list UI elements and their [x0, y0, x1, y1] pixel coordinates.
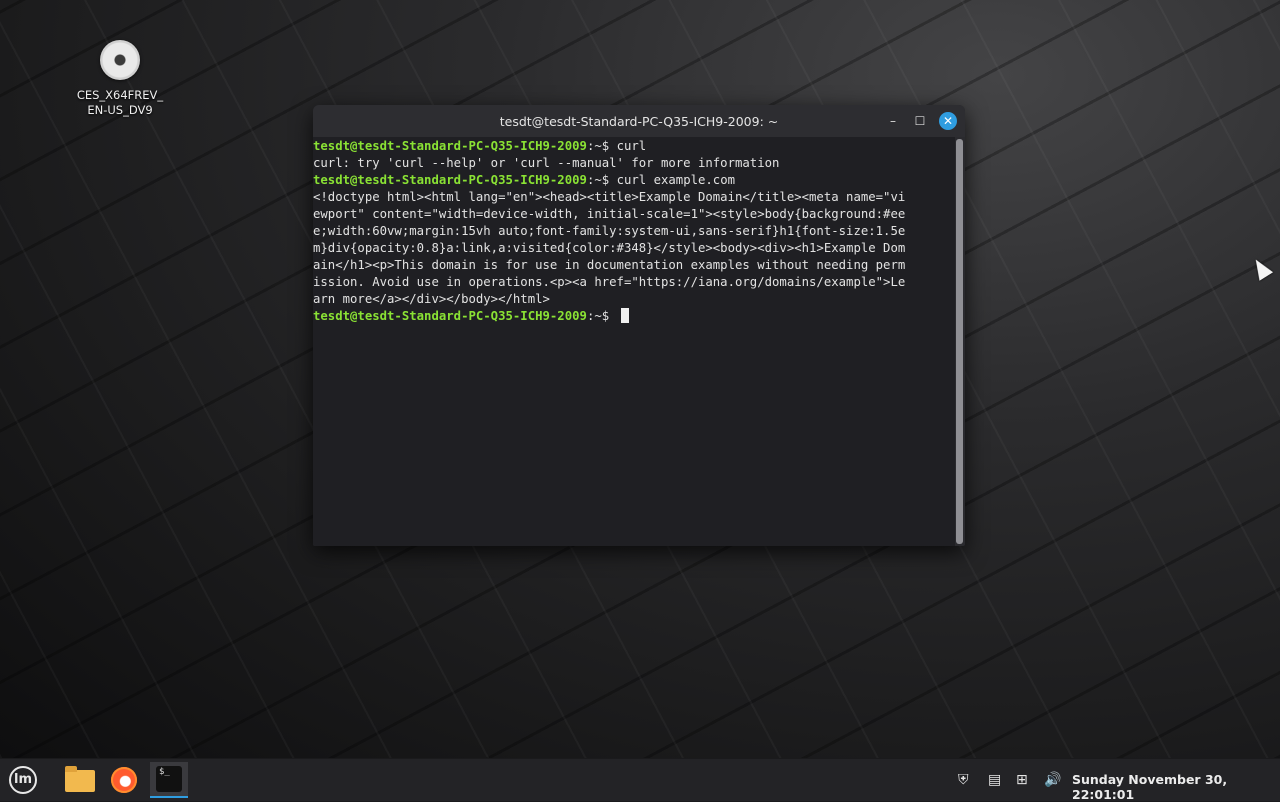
terminal-line: ewport" content="width=device-width, ini…: [313, 206, 955, 223]
folder-icon: [65, 766, 95, 792]
terminal-text: tesdt@tesdt-Standard-PC-Q35-ICH9-2009:~$…: [313, 137, 955, 325]
terminal-line-text: m}div{opacity:0.8}a:link,a:visited{color…: [313, 241, 906, 255]
terminal-line-text: <!doctype html><html lang="en"><head><ti…: [313, 190, 906, 204]
files-launcher-button[interactable]: [61, 762, 99, 798]
terminal-cursor: [620, 308, 629, 323]
terminal-line: ain</h1><p>This domain is for use in doc…: [313, 257, 955, 274]
volume-icon[interactable]: 🔊: [1044, 771, 1061, 789]
terminal-line-text: e;width:60vw;margin:15vh auto;font-famil…: [313, 224, 906, 238]
terminal-prompt-suffix: :~$: [586, 309, 617, 323]
firefox-icon: [111, 767, 137, 793]
terminal-line-text: ain</h1><p>This domain is for use in doc…: [313, 258, 906, 272]
terminal-line: tesdt@tesdt-Standard-PC-Q35-ICH9-2009:~$…: [313, 172, 955, 189]
desktop: CES_X64FREV_ EN-US_DV9 tesdt@tesdt-Stand…: [0, 0, 1280, 758]
terminal-line: ission. Avoid use in operations.<p><a hr…: [313, 274, 955, 291]
desktop-icon-label-line1: CES_X64FREV_: [76, 88, 164, 102]
mouse-pointer-icon: [1248, 255, 1274, 281]
terminal-output[interactable]: tesdt@tesdt-Standard-PC-Q35-ICH9-2009:~$…: [313, 137, 955, 546]
linux-mint-icon: lm: [9, 766, 37, 794]
firefox-launcher-button[interactable]: [105, 762, 143, 798]
clock[interactable]: Sunday November 30, 22:01:01: [1072, 772, 1280, 802]
maximize-button[interactable]: ☐: [911, 112, 929, 130]
notes-icon[interactable]: ▤: [988, 771, 1001, 789]
terminal-title: tesdt@tesdt-Standard-PC-Q35-ICH9-2009: ~: [499, 114, 779, 129]
disc-icon: [100, 40, 140, 80]
terminal-titlebar[interactable]: tesdt@tesdt-Standard-PC-Q35-ICH9-2009: ~…: [313, 105, 965, 137]
terminal-window[interactable]: tesdt@tesdt-Standard-PC-Q35-ICH9-2009: ~…: [313, 105, 965, 546]
terminal-taskbar-button[interactable]: $_: [150, 762, 188, 798]
terminal-prompt: tesdt@tesdt-Standard-PC-Q35-ICH9-2009: [313, 309, 587, 323]
terminal-prompt-suffix: :~$: [586, 173, 617, 187]
terminal-line-text: arn more</a></div></body></html>: [313, 292, 550, 306]
start-menu-button[interactable]: lm: [4, 762, 42, 798]
minimize-button[interactable]: –: [884, 112, 902, 130]
terminal-line: tesdt@tesdt-Standard-PC-Q35-ICH9-2009:~$…: [313, 138, 955, 155]
terminal-line-text: ewport" content="width=device-width, ini…: [313, 207, 906, 221]
terminal-line: curl: try 'curl --help' or 'curl --manua…: [313, 155, 955, 172]
terminal-line: e;width:60vw;margin:15vh auto;font-famil…: [313, 223, 955, 240]
network-icon[interactable]: ⊞: [1016, 771, 1028, 789]
terminal-line-text: curl: try 'curl --help' or 'curl --manua…: [313, 156, 780, 170]
shield-icon[interactable]: ⛨: [958, 771, 969, 789]
terminal-line: arn more</a></div></body></html>: [313, 291, 955, 308]
terminal-prompt-suffix: :~$: [586, 139, 617, 153]
terminal-prompt: tesdt@tesdt-Standard-PC-Q35-ICH9-2009: [313, 173, 587, 187]
terminal-prompt: tesdt@tesdt-Standard-PC-Q35-ICH9-2009: [313, 139, 587, 153]
desktop-icon-label-line2: EN-US_DV9: [87, 103, 153, 117]
terminal-scrollbar[interactable]: [956, 139, 963, 544]
terminal-scrollbar-thumb[interactable]: [956, 139, 963, 544]
terminal-line: <!doctype html><html lang="en"><head><ti…: [313, 189, 955, 206]
desktop-icon-label: CES_X64FREV_ EN-US_DV9: [70, 88, 170, 118]
desktop-icon-cdrom[interactable]: CES_X64FREV_ EN-US_DV9: [70, 40, 170, 118]
close-button[interactable]: ✕: [939, 112, 957, 130]
terminal-line-text: ission. Avoid use in operations.<p><a hr…: [313, 275, 906, 289]
terminal-line: m}div{opacity:0.8}a:link,a:visited{color…: [313, 240, 955, 257]
terminal-line-text: curl: [616, 139, 647, 153]
terminal-line: tesdt@tesdt-Standard-PC-Q35-ICH9-2009:~$: [313, 308, 955, 325]
taskbar: lm $_ ⛨ ▤ ⊞ 🔊 Sunday November 30, 22:01:…: [0, 758, 1280, 802]
terminal-icon: $_: [156, 766, 182, 792]
terminal-line-text: curl example.com: [616, 173, 736, 187]
